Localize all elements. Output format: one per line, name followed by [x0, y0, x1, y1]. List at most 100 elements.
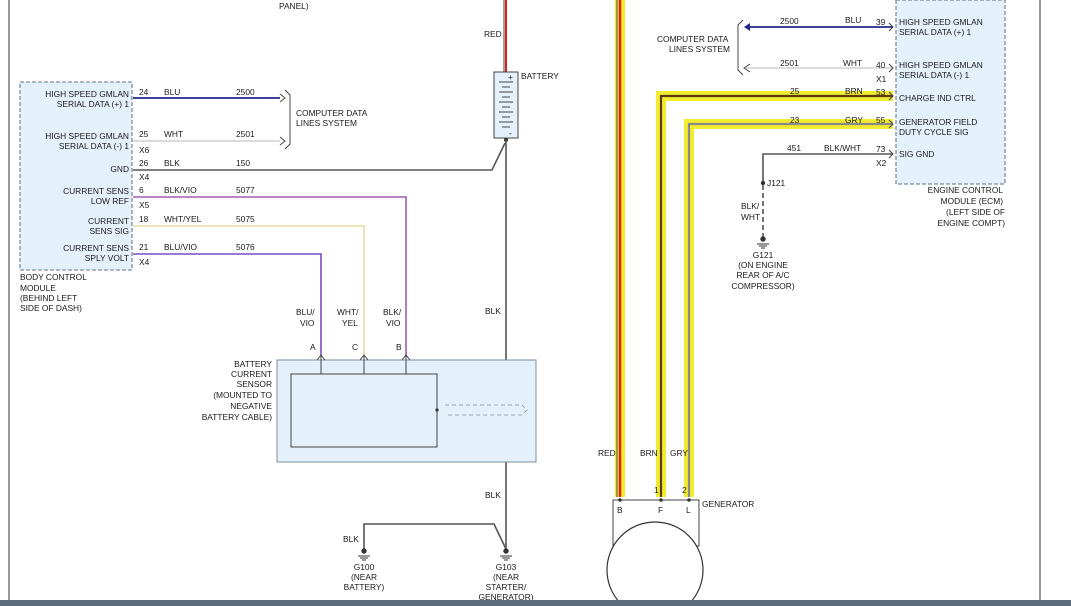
ecm-pin-number: 39 [876, 17, 886, 27]
ground-icon [500, 548, 512, 561]
pin-number: 2 [682, 485, 687, 495]
battery-plus: + [508, 72, 513, 82]
wire-blk-g100[interactable] [363, 523, 507, 550]
cdls-label: COMPUTER DATA [657, 34, 729, 44]
ecm-pin-name1: GENERATOR FIELD [899, 117, 977, 127]
ecm-pin-name2: SERIAL DATA (+) 1 [899, 27, 972, 37]
battery-current-sensor[interactable] [290, 373, 438, 448]
circuit-number: 451 [787, 143, 801, 153]
generator-terminal-l [687, 498, 691, 502]
terminal-letter: L [686, 505, 691, 515]
pin-letter: B [396, 342, 402, 352]
bcm-module-box[interactable] [19, 81, 133, 271]
sensor-label: CURRENT [231, 369, 272, 379]
circuit-number: 2500 [236, 87, 255, 97]
wire-color-label: RED [484, 29, 502, 39]
sensor-label: BATTERY CABLE) [202, 412, 272, 422]
wire-color-label: BLK/WHT [824, 143, 861, 153]
pin-letter: C [352, 342, 358, 352]
wire-color-label: YEL [342, 318, 358, 328]
bcm-pin-name1: CURRENT [88, 216, 129, 226]
arrow-icon [279, 93, 286, 103]
connector-arrows [888, 22, 894, 159]
bcm-pin-name1: HIGH SPEED GMLAN [45, 89, 129, 99]
cdls-bracket [737, 19, 744, 76]
ground-icon [358, 548, 370, 561]
ecm-pin-number: 40 [876, 60, 886, 70]
pin-letter: A [310, 342, 316, 352]
generator-gry-wire[interactable] [687, 122, 893, 497]
circuit-number: 5076 [236, 242, 255, 252]
wire-color-label: WHT [741, 212, 760, 222]
bcm-label: (BEHIND LEFT [20, 293, 77, 303]
wire-color-label: WHT/ [337, 307, 359, 317]
terminal-letter: F [658, 505, 663, 515]
connector-label: X5 [139, 200, 150, 210]
ground-name: G121 [753, 250, 774, 260]
circuit-number: 25 [790, 86, 800, 96]
ecm-pin-number: 53 [876, 87, 886, 97]
wire-color-label: BLK [343, 534, 359, 544]
cdls-label: LINES SYSTEM [296, 118, 357, 128]
circuit-number: 23 [790, 115, 800, 125]
splice-label: J121 [767, 178, 786, 188]
circuit-number: 5077 [236, 185, 255, 195]
bottom-scrollbar[interactable] [0, 600, 1071, 606]
wire-5076-blu-vio[interactable] [133, 253, 322, 356]
splice-j121 [760, 180, 766, 186]
battery-minus: - [509, 128, 512, 138]
cdls-label: LINES SYSTEM [669, 44, 730, 54]
pin-number: 1 [654, 485, 659, 495]
generator-terminal-b [618, 498, 622, 502]
generator-terminal-f [659, 498, 663, 502]
wire-color-label: BLK [485, 306, 501, 316]
bcm-pin-name2: SERIAL DATA (-) 1 [59, 141, 129, 151]
wire-color-label: GRY [670, 448, 688, 458]
ground-location: COMPRESSOR) [731, 281, 794, 291]
sensor-label: (MOUNTED TO [213, 390, 272, 400]
connector-label: X4 [139, 172, 150, 182]
ground-icon [757, 236, 769, 249]
wire-150-blk[interactable] [133, 142, 506, 171]
ecm-pin-name2: SERIAL DATA (-) 1 [899, 70, 969, 80]
bcm-pin-number: 18 [139, 214, 149, 224]
bcm-pin-name2: SPLY VOLT [85, 253, 129, 263]
circuit-number: 2501 [236, 129, 255, 139]
bcm-pin-number: 24 [139, 87, 149, 97]
battery-label: BATTERY [521, 71, 559, 81]
generator-brn-wire[interactable] [659, 94, 893, 497]
wire-color-label: WHT [843, 58, 862, 68]
ecm-pin-name2: SIG GND [899, 149, 934, 159]
wire-color-label: WHT [164, 129, 183, 139]
ecm-label: MODULE (ECM) [941, 196, 1004, 206]
ground-location: (NEAR [493, 572, 519, 582]
ecm-label: ENGINE COMPT) [938, 218, 1006, 228]
cdls-bracket [284, 89, 291, 150]
wire-color-label: WHT/YEL [164, 214, 202, 224]
bcm-pin-number: 26 [139, 158, 149, 168]
bcm-pin-name1: CURRENT SENS [63, 186, 129, 196]
wire-color-label: BLK/ [741, 201, 760, 211]
wire-color-label: RED [598, 448, 616, 458]
ground-name: G103 [496, 562, 517, 572]
bcm-pin-number: 6 [139, 185, 144, 195]
ground-location: (NEAR [351, 572, 377, 582]
ground-location: REAR OF A/C [736, 270, 789, 280]
circuit-number: 150 [236, 158, 250, 168]
wire-color-label: BLU [845, 15, 861, 25]
wire-color-label: VIO [300, 318, 315, 328]
bcm-label: MODULE [20, 283, 56, 293]
ecm-label: (LEFT SIDE OF [946, 207, 1005, 217]
panel-top-label: PANEL) [279, 1, 309, 11]
connector-label: X2 [876, 158, 887, 168]
wire-color-label: GRY [845, 115, 863, 125]
bcm-pin-name1: HIGH SPEED GMLAN [45, 131, 129, 141]
arrow-icon [279, 136, 286, 146]
wiring-diagram: PANEL) HIGH SPEED GMLAN SERIAL DATA (+) … [8, 0, 1041, 606]
ecm-pin-name2: DUTY CYCLE SIG [899, 127, 969, 137]
ground-location: (ON ENGINE [738, 260, 788, 270]
sensor-label: NEGATIVE [230, 401, 272, 411]
ecm-pin-name1: HIGH SPEED GMLAN [899, 17, 983, 27]
ecm-label: ENGINE CONTROL [928, 185, 1004, 195]
generator-label: GENERATOR [702, 499, 754, 509]
